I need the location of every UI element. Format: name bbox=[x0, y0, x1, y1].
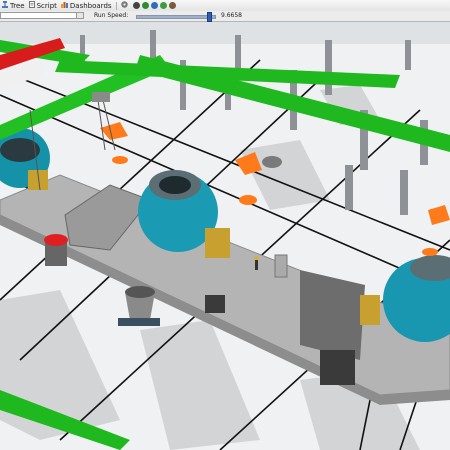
gear-icon bbox=[120, 1, 130, 10]
script-label: Script bbox=[36, 1, 57, 10]
tree-icon bbox=[2, 1, 10, 10]
step-icon[interactable] bbox=[159, 2, 167, 9]
reset-icon[interactable] bbox=[150, 2, 158, 9]
slag-pot-left bbox=[44, 234, 68, 266]
operator-head bbox=[254, 256, 259, 260]
chevron-down-icon bbox=[76, 13, 83, 18]
dashboards-button[interactable]: Dashboards bbox=[59, 0, 114, 11]
settings-button[interactable] bbox=[119, 0, 132, 11]
play-icon[interactable] bbox=[141, 2, 149, 9]
toolbar-separator bbox=[115, 1, 117, 10]
script-icon bbox=[28, 1, 37, 10]
dashboards-label: Dashboards bbox=[69, 1, 112, 10]
tree-label: Tree bbox=[10, 1, 25, 10]
run-speed-label: Run Speed: bbox=[94, 12, 129, 19]
run-speed-slider[interactable] bbox=[136, 15, 216, 19]
tree-button[interactable]: Tree bbox=[0, 0, 27, 11]
stop-icon[interactable] bbox=[168, 2, 176, 9]
3d-model-view[interactable] bbox=[0, 22, 450, 450]
back-wall bbox=[0, 22, 450, 44]
dashboards-icon bbox=[60, 1, 70, 10]
run-speed-slider-thumb[interactable] bbox=[206, 12, 212, 22]
platform-dark-panel bbox=[300, 270, 365, 360]
operator-figure bbox=[255, 260, 258, 270]
model-selector[interactable] bbox=[0, 12, 84, 19]
record-icon[interactable] bbox=[132, 2, 140, 9]
run-speed-value: 9.6658 bbox=[221, 12, 242, 19]
script-button[interactable]: Script bbox=[27, 0, 59, 11]
control-cabinet bbox=[274, 254, 288, 278]
run-speed-bar: Run Speed: 9.6658 bbox=[0, 11, 450, 22]
crane-hoist bbox=[92, 92, 110, 102]
